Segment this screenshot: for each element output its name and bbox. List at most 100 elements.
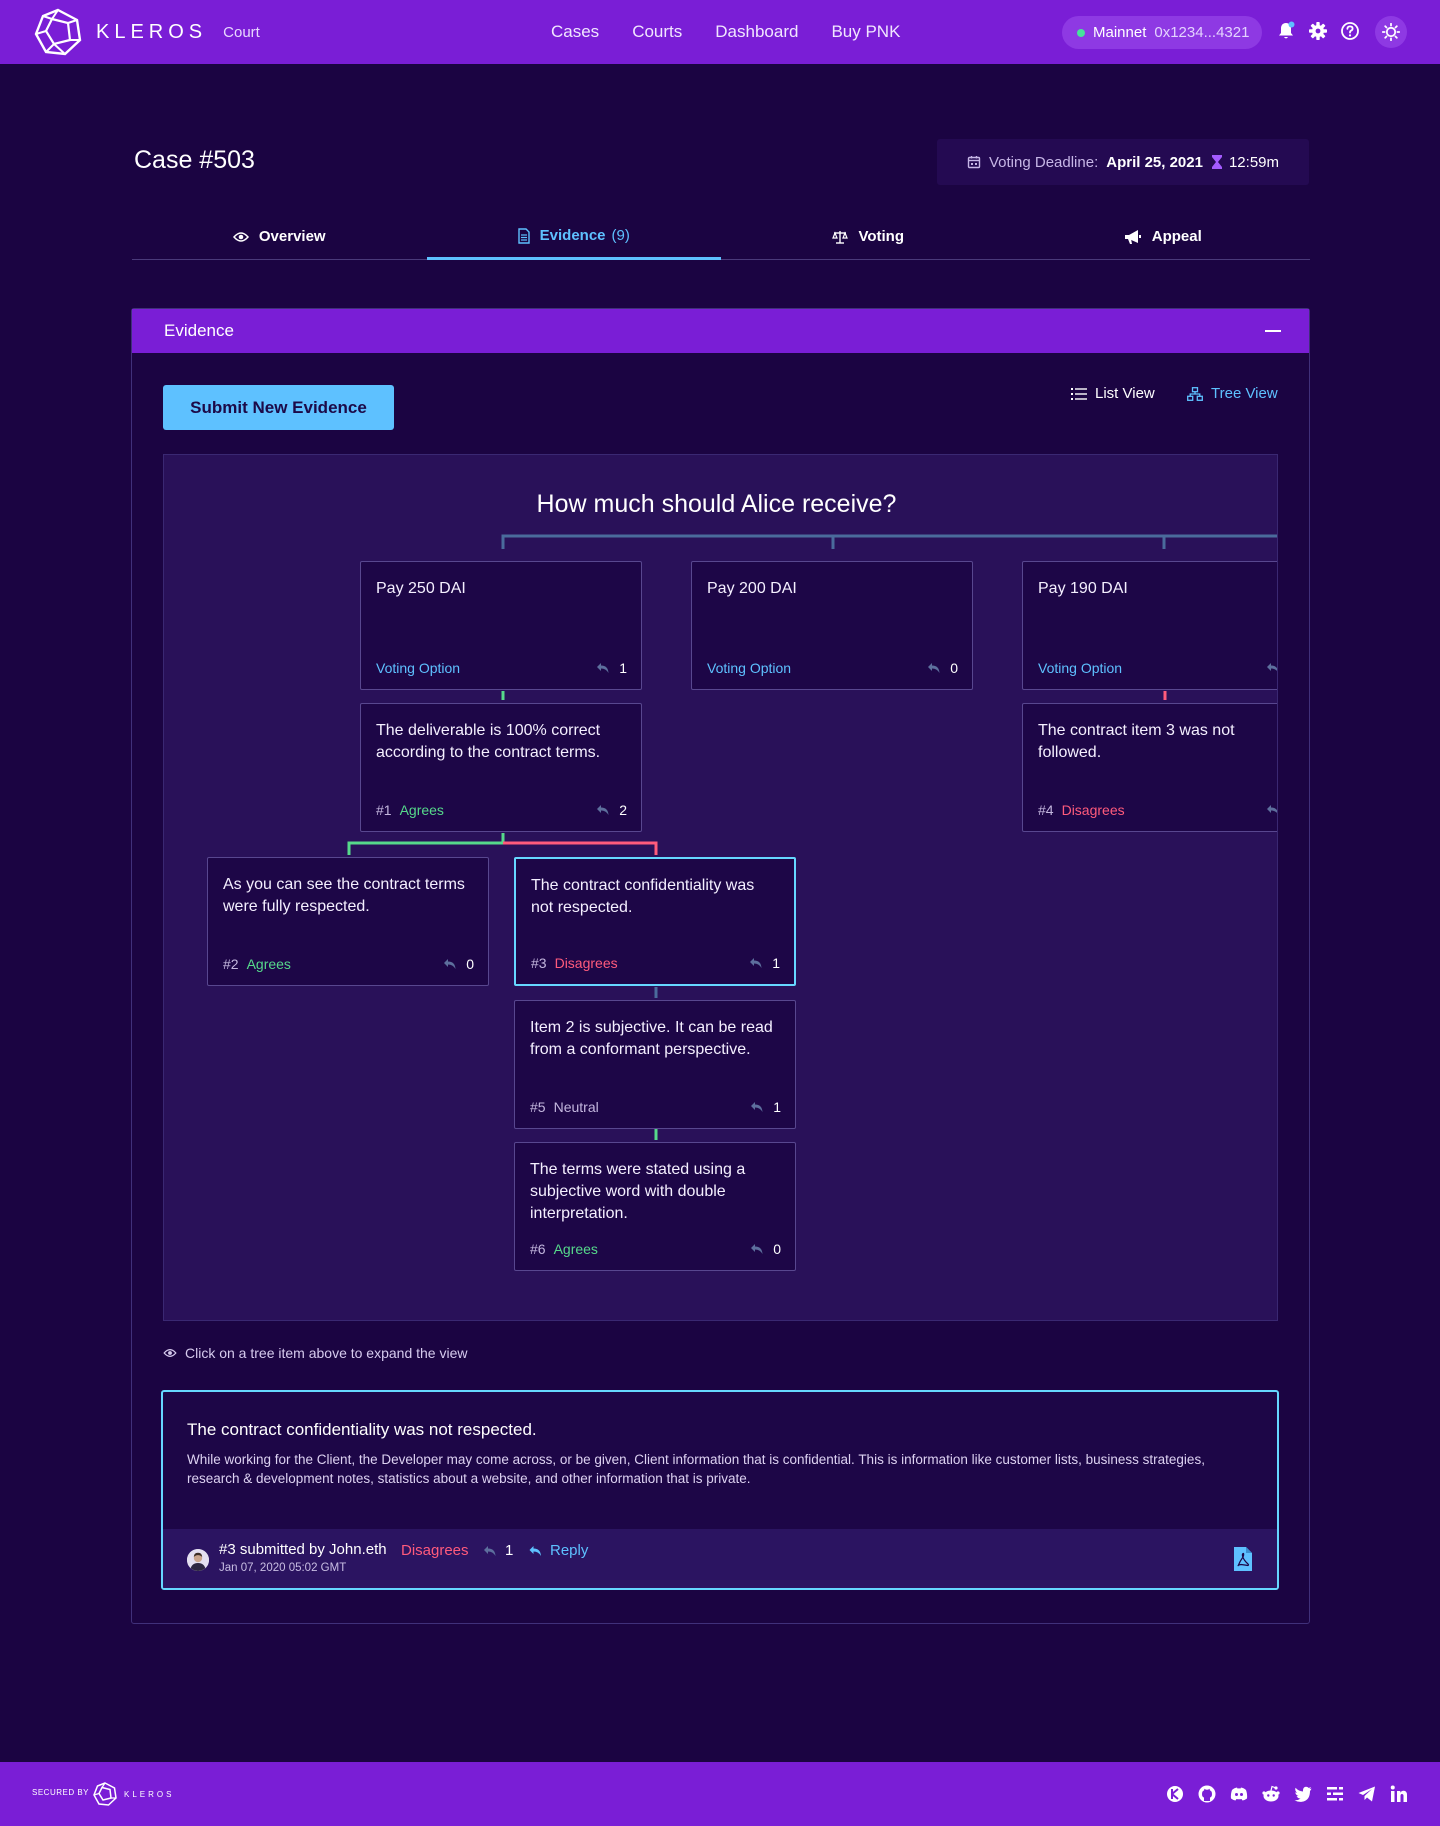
footer: SECURED BY KLEROS [0,1762,1440,1826]
deadline-date: April 25, 2021 [1106,153,1203,171]
wallet-button[interactable]: Mainnet 0x1234...4321 [1062,16,1262,49]
main-nav: Cases Courts Dashboard Buy PNK [551,0,933,64]
card-footer: #1 Agrees 2 [376,801,627,819]
collapse-panel-button[interactable] [1265,330,1281,332]
evidence-text: Item 2 is subjective. It can be read fro… [530,1019,773,1058]
help-icon[interactable] [1339,20,1361,42]
gear-icon[interactable] [1307,20,1329,42]
footer-brand: KLEROS [124,1790,175,1799]
submit-new-evidence-button[interactable]: Submit New Evidence [163,385,394,430]
option-text: Pay 200 DAI [707,580,797,597]
case-title: Case #503 [134,146,255,174]
linkedin-icon[interactable] [1389,1784,1409,1804]
card-footer: #4 Disagrees [1038,801,1277,819]
tree-view-toggle[interactable]: Tree View [1187,385,1278,402]
tab-evidence-label: Evidence [539,227,606,244]
github-icon[interactable] [1197,1784,1217,1804]
top-navigation-bar: KLEROS Court Cases Courts Dashboard Buy … [0,0,1440,64]
reply-count-value: 0 [466,956,474,972]
reply-icon [928,663,940,673]
theme-toggle-button[interactable] [1375,16,1407,48]
reply-button[interactable]: Reply [528,1542,588,1559]
evidence-card[interactable]: The deliverable is 100% correct accordin… [360,703,642,832]
eye-icon [163,1349,177,1357]
reply-count-value: 2 [619,802,627,818]
evidence-detail-body: While working for the Client, the Develo… [187,1452,1205,1486]
evidence-number: #6 [530,1241,546,1257]
connector-e3 [503,841,658,855]
telegram-icon[interactable] [1357,1784,1377,1804]
wallet-address: 0x1234...4321 [1154,24,1250,41]
card-footer: Voting Option [1038,659,1277,677]
reply-count-value: 1 [619,660,627,676]
deadline-time: 12:59m [1228,153,1280,171]
voting-option-card[interactable]: Pay 250 DAI Voting Option 1 [360,561,642,690]
evidence-detail-title: The contract confidentiality was not res… [187,1420,537,1439]
card-footer: #2 Agrees 0 [223,955,474,973]
reply-count-value: 0 [950,660,958,676]
option-text: Pay 250 DAI [376,580,466,597]
document-icon [517,227,530,244]
voting-option-card[interactable]: Pay 200 DAI Voting Option 0 [691,561,973,690]
tab-evidence[interactable]: Evidence (9) [426,214,721,260]
evidence-detail: The contract confidentiality was not res… [161,1390,1279,1590]
deadline-label: Voting Deadline: [988,153,1099,171]
card-footer: Voting Option 0 [707,659,958,677]
option-text: Pay 190 DAI [1038,580,1128,597]
tree-icon [1187,386,1203,401]
evidence-card[interactable]: The terms were stated using a subjective… [514,1142,796,1271]
case-tabs: Overview Evidence (9) Voting Appeal [132,214,1310,260]
tab-appeal[interactable]: Appeal [1016,214,1311,259]
hourglass-icon [1211,155,1222,169]
reply-icon [597,663,609,673]
voting-option-card[interactable]: Pay 190 DAI Voting Option [1022,561,1277,690]
evidence-stance: Disagrees [1061,802,1125,818]
reddit-icon[interactable] [1261,1784,1281,1804]
submitter[interactable]: #3 submitted by John.eth [219,1541,387,1558]
ghost-icon[interactable] [1325,1784,1345,1804]
brand-name: KLEROS [96,20,208,43]
evidence-number: #5 [530,1099,546,1115]
reply-count-value: 0 [773,1241,781,1257]
reply-icon [1267,805,1277,813]
nav-item-dashboard[interactable]: Dashboard [715,22,798,42]
nav-item-cases[interactable]: Cases [551,22,599,42]
tab-appeal-label: Appeal [1151,228,1202,245]
evidence-card[interactable]: The contract item 3 was not followed. #4… [1022,703,1277,832]
evidence-stance: Agrees [399,802,444,818]
twitter-icon[interactable] [1293,1784,1313,1804]
evidence-card[interactable]: As you can see the contract terms were f… [207,857,489,986]
reply-icon [597,805,609,815]
reply-count-value: 1 [505,1542,514,1559]
brand-product: Court [223,23,260,41]
nav-item-courts[interactable]: Courts [632,22,682,42]
reply-count: 1 [750,1099,781,1115]
submission-date: Jan 07, 2020 05:02 GMT [219,1562,347,1574]
tab-overview[interactable]: Overview [132,214,427,259]
evidence-text: As you can see the contract terms were f… [223,876,465,915]
reply-count [1266,662,1277,674]
discord-icon[interactable] [1229,1784,1249,1804]
card-footer: #6 Agrees 0 [530,1240,781,1258]
reply-count: 0 [750,1241,781,1257]
reply-icon [529,1545,541,1556]
list-view-toggle[interactable]: List View [1071,385,1155,402]
secured-by-label: SECURED BY [32,1788,90,1797]
evidence-number: #2 [223,956,239,972]
evidence-stance: Agrees [246,956,291,972]
kleros-community-icon[interactable] [1165,1784,1185,1804]
kleros-logo-icon[interactable] [92,1781,118,1807]
eye-icon [232,231,249,242]
evidence-text: The contract confidentiality was not res… [531,877,755,916]
bell-icon[interactable] [1275,20,1297,42]
tab-voting[interactable]: Voting [721,214,1016,259]
reply-count-value: 1 [772,955,780,971]
tab-voting-label: Voting [858,228,905,245]
nav-item-buy-pnk[interactable]: Buy PNK [831,22,900,42]
pdf-icon[interactable] [1233,1546,1253,1572]
list-view-label: List View [1095,385,1155,402]
brand[interactable]: KLEROS Court [32,7,260,57]
calendar-icon [967,156,981,169]
evidence-card[interactable]: Item 2 is subjective. It can be read fro… [514,1000,796,1129]
evidence-card-selected[interactable]: The contract confidentiality was not res… [514,857,796,986]
